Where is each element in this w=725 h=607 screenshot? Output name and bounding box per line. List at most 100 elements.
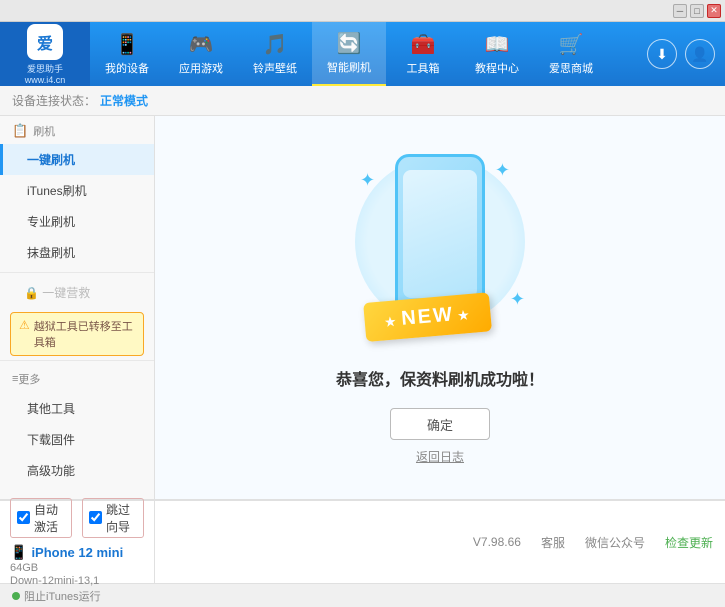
one-key-rescue-label: 一键营救 <box>42 286 90 300</box>
status-bar: 设备连接状态： 正常模式 <box>0 86 725 116</box>
notice-text: 越狱工具已转移至工具箱 <box>34 318 135 350</box>
status-label: 设备连接状态： <box>12 92 96 109</box>
back-link[interactable]: 返回日志 <box>416 448 464 465</box>
device-phone-icon: 📱 <box>10 544 27 561</box>
advanced-label: 高级功能 <box>27 464 75 478</box>
logo-url: www.i4.cn <box>25 75 66 85</box>
phone-screen <box>403 170 477 298</box>
close-btn[interactable]: ✕ <box>707 4 721 18</box>
bottom-footer: V7.98.66 客服 微信公众号 检查更新 <box>155 501 725 583</box>
itunes-status: 阻止iTunes运行 <box>12 588 101 604</box>
auto-activate-input[interactable] <box>17 511 30 524</box>
sparkle-icon-3: ✦ <box>510 289 525 310</box>
bottom-content: 自动激活 跳过向导 📱 iPhone 12 mini 64GB Down-12m… <box>0 501 725 583</box>
logo-icon: 爱 <box>27 24 63 60</box>
skip-wizard-input[interactable] <box>89 511 102 524</box>
nav-shop-label: 爱思商城 <box>549 60 593 76</box>
maximize-btn[interactable]: □ <box>690 4 704 18</box>
app-games-icon: 🎮 <box>189 32 214 57</box>
itunes-status-dot <box>12 592 20 600</box>
flash-section-label: 刷机 <box>33 123 55 139</box>
itunes-status-text: 阻止iTunes运行 <box>24 588 101 604</box>
nav-toolbox[interactable]: 🧰 工具箱 <box>386 22 460 86</box>
device-checkboxes: 自动激活 跳过向导 <box>10 498 144 538</box>
device-name-text: iPhone 12 mini <box>31 545 123 560</box>
sidebar: 📋 刷机 一键刷机 iTunes刷机 专业刷机 抹盘刷机 🔒 一键营救 ⚠ 越狱… <box>0 116 155 499</box>
sparkle-icon-2: ✦ <box>495 160 510 181</box>
auto-activate-checkbox[interactable]: 自动激活 <box>10 498 72 538</box>
success-illustration: ✦ ✦ ✦ NEW <box>340 150 540 350</box>
header-actions: ⬇ 👤 <box>647 39 725 69</box>
logo-name: 爱思助手 <box>27 62 63 75</box>
nav-tutorials[interactable]: 📖 教程中心 <box>460 22 534 86</box>
nav-smart-flash[interactable]: 🔄 智能刷机 <box>312 22 386 86</box>
sidebar-item-other-tools[interactable]: 其他工具 <box>0 393 154 424</box>
status-value: 正常模式 <box>100 92 148 109</box>
confirm-button[interactable]: 确定 <box>390 408 490 440</box>
nav-app-games[interactable]: 🎮 应用游戏 <box>164 22 238 86</box>
phone-body <box>395 154 485 314</box>
sidebar-item-itunes-flash[interactable]: iTunes刷机 <box>0 175 154 206</box>
logo-char: 爱 <box>37 30 53 54</box>
pro-flash-label: 专业刷机 <box>27 215 75 229</box>
lock-icon: 🔒 <box>24 286 39 300</box>
sidebar-section-flash: 📋 刷机 <box>0 116 154 144</box>
one-key-flash-label: 一键刷机 <box>27 153 75 167</box>
update-link[interactable]: 检查更新 <box>665 534 713 551</box>
more-section-label: 更多 <box>18 371 40 387</box>
download-btn[interactable]: ⬇ <box>647 39 677 69</box>
content-area: ✦ ✦ ✦ NEW 恭喜您，保资料刷机成功啦！ 确定 返回日志 <box>155 116 725 499</box>
device-name: 📱 iPhone 12 mini <box>10 544 144 561</box>
version-text: V7.98.66 <box>473 535 521 549</box>
skip-wizard-checkbox[interactable]: 跳过向导 <box>82 498 144 538</box>
device-system: Down-12mini-13,1 <box>10 575 144 587</box>
tutorials-icon: 📖 <box>485 32 510 57</box>
toolbox-icon: 🧰 <box>411 32 436 57</box>
header-nav: 📱 我的设备 🎮 应用游戏 🎵 铃声壁纸 🔄 智能刷机 🧰 工具箱 📖 教程中心… <box>90 22 647 86</box>
nav-tutorials-label: 教程中心 <box>475 60 519 76</box>
smart-flash-icon: 🔄 <box>337 31 362 56</box>
sidebar-divider-2 <box>0 360 154 361</box>
wechat-link[interactable]: 微信公众号 <box>585 534 645 551</box>
wipe-flash-label: 抹盘刷机 <box>27 246 75 260</box>
my-device-icon: 📱 <box>115 32 140 57</box>
nav-app-games-label: 应用游戏 <box>179 60 223 76</box>
sidebar-notice: ⚠ 越狱工具已转移至工具箱 <box>10 312 144 356</box>
sidebar-item-one-key-flash[interactable]: 一键刷机 <box>0 144 154 175</box>
flash-section-icon: 📋 <box>12 123 28 139</box>
bottom-device-section: 自动激活 跳过向导 📱 iPhone 12 mini 64GB Down-12m… <box>0 501 155 583</box>
nav-ringtones-label: 铃声壁纸 <box>253 60 297 76</box>
minimize-btn[interactable]: ─ <box>673 4 687 18</box>
itunes-flash-label: iTunes刷机 <box>27 184 87 198</box>
bottom-area: 自动激活 跳过向导 📱 iPhone 12 mini 64GB Down-12m… <box>0 499 725 583</box>
sidebar-divider-1 <box>0 272 154 273</box>
sidebar-item-download-firmware[interactable]: 下载固件 <box>0 424 154 455</box>
success-message: 恭喜您，保资料刷机成功啦！ <box>336 366 544 390</box>
sidebar-item-pro-flash[interactable]: 专业刷机 <box>0 206 154 237</box>
user-btn[interactable]: 👤 <box>685 39 715 69</box>
phone-shape <box>395 154 485 314</box>
nav-toolbox-label: 工具箱 <box>407 60 440 76</box>
main-area: 📋 刷机 一键刷机 iTunes刷机 专业刷机 抹盘刷机 🔒 一键营救 ⚠ 越狱… <box>0 116 725 499</box>
nav-my-device-label: 我的设备 <box>105 60 149 76</box>
sidebar-item-wipe-flash[interactable]: 抹盘刷机 <box>0 237 154 268</box>
sidebar-section-more: ≡ 更多 <box>0 365 154 393</box>
download-firmware-label: 下载固件 <box>27 433 75 447</box>
service-link[interactable]: 客服 <box>541 534 565 551</box>
device-info: 📱 iPhone 12 mini 64GB Down-12mini-13,1 <box>10 544 144 587</box>
bottom-status-row: 阻止iTunes运行 <box>0 583 725 607</box>
header: 爱 爱思助手 www.i4.cn 📱 我的设备 🎮 应用游戏 🎵 铃声壁纸 🔄 … <box>0 22 725 86</box>
auto-activate-label: 自动激活 <box>34 501 65 535</box>
sparkle-icon-1: ✦ <box>360 170 375 191</box>
sidebar-item-one-key-rescue: 🔒 一键营救 <box>0 277 154 308</box>
app-logo: 爱 爱思助手 www.i4.cn <box>0 22 90 86</box>
title-bar: ─ □ ✕ <box>0 0 725 22</box>
shop-icon: 🛒 <box>559 32 584 57</box>
skip-wizard-label: 跳过向导 <box>106 501 137 535</box>
nav-ringtones[interactable]: 🎵 铃声壁纸 <box>238 22 312 86</box>
sidebar-item-advanced[interactable]: 高级功能 <box>0 455 154 486</box>
notice-icon: ⚠ <box>19 318 30 332</box>
nav-my-device[interactable]: 📱 我的设备 <box>90 22 164 86</box>
ringtones-icon: 🎵 <box>263 32 288 57</box>
nav-shop[interactable]: 🛒 爱思商城 <box>534 22 608 86</box>
